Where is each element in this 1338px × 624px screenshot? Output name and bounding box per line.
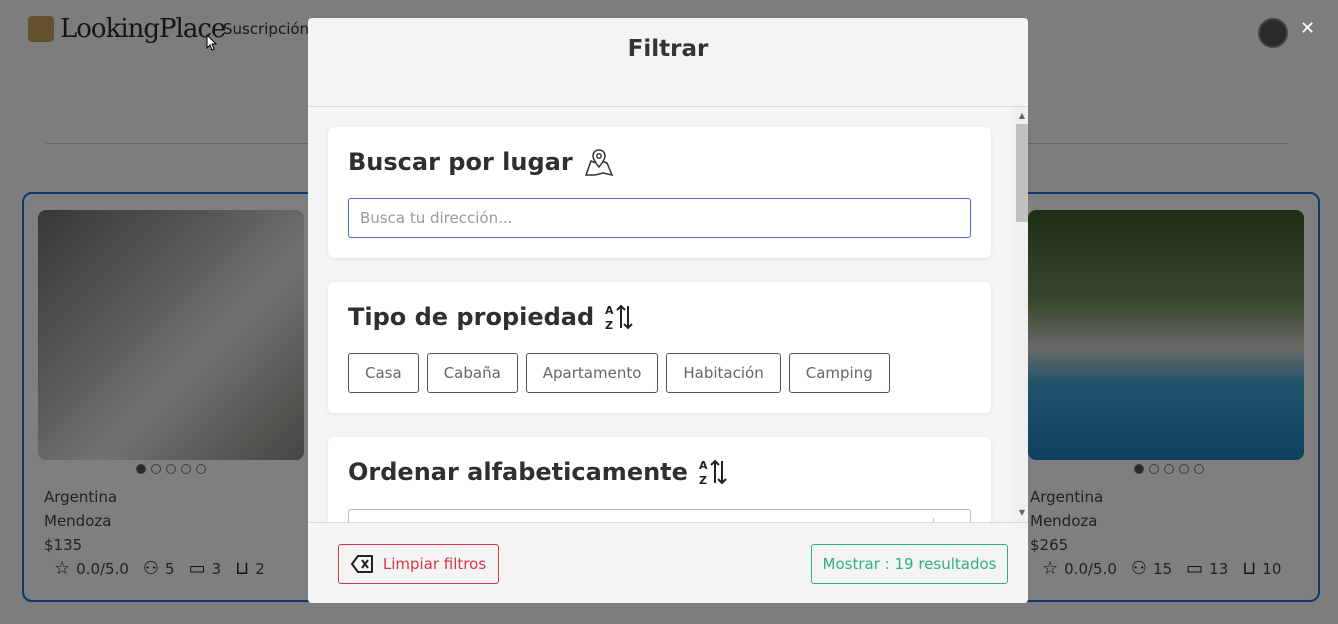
sort-az-icon: A Z	[699, 459, 727, 487]
modal-body[interactable]: Buscar por lugar Tipo de propiedad A Z	[308, 107, 1028, 522]
scroll-down-arrow-icon[interactable]: ▼	[1016, 508, 1028, 518]
mouse-cursor-icon	[206, 34, 218, 51]
section-property-type: Tipo de propiedad A Z Casa Cabaña Aparta…	[328, 282, 991, 413]
filter-modal: Filtrar Buscar por lugar Tipo de propied…	[308, 18, 1028, 603]
modal-title: Filtrar	[627, 36, 709, 62]
modal-footer: Limpiar filtros Mostrar : 19 resultados	[308, 522, 1028, 603]
show-results-button[interactable]: Mostrar : 19 resultados	[811, 544, 1008, 584]
section-title: Ordenar alfabeticamente A Z	[348, 457, 728, 487]
clear-filters-button[interactable]: Limpiar filtros	[338, 544, 499, 584]
close-icon[interactable]: ✕	[1300, 18, 1315, 39]
type-option-apartamento[interactable]: Apartamento	[525, 353, 659, 393]
section-sort-alphabetical: Ordenar alfabeticamente A Z	[328, 437, 991, 522]
svg-text:A: A	[699, 459, 708, 472]
svg-text:Z: Z	[699, 474, 707, 487]
sort-select[interactable]	[348, 509, 971, 522]
modal-scrollbar[interactable]: ▲ ▼	[1012, 107, 1028, 522]
scroll-thumb[interactable]	[1016, 124, 1028, 222]
address-search-input[interactable]	[348, 198, 971, 238]
scroll-up-arrow-icon[interactable]: ▲	[1016, 111, 1028, 121]
map-pin-icon	[584, 149, 613, 177]
clear-filters-label: Limpiar filtros	[382, 555, 487, 573]
type-option-casa[interactable]: Casa	[348, 353, 419, 393]
section-title: Tipo de propiedad A Z	[348, 302, 634, 332]
section-title-text: Buscar por lugar	[348, 148, 573, 176]
section-title-text: Ordenar alfabeticamente	[348, 458, 688, 486]
modal-header: Filtrar	[308, 18, 1028, 107]
section-title: Buscar por lugar	[348, 147, 615, 177]
section-title-text: Tipo de propiedad	[348, 303, 595, 331]
svg-text:Z: Z	[605, 319, 613, 332]
type-option-cabana[interactable]: Cabaña	[426, 353, 518, 393]
svg-text:A: A	[605, 304, 614, 317]
backspace-icon	[350, 555, 373, 573]
section-search-place: Buscar por lugar	[328, 127, 991, 258]
type-option-camping[interactable]: Camping	[788, 353, 890, 393]
type-option-habitacion[interactable]: Habitación	[666, 353, 781, 393]
property-type-options: Casa Cabaña Apartamento Habitación Campi…	[348, 353, 890, 393]
sort-az-icon: A Z	[605, 304, 633, 332]
